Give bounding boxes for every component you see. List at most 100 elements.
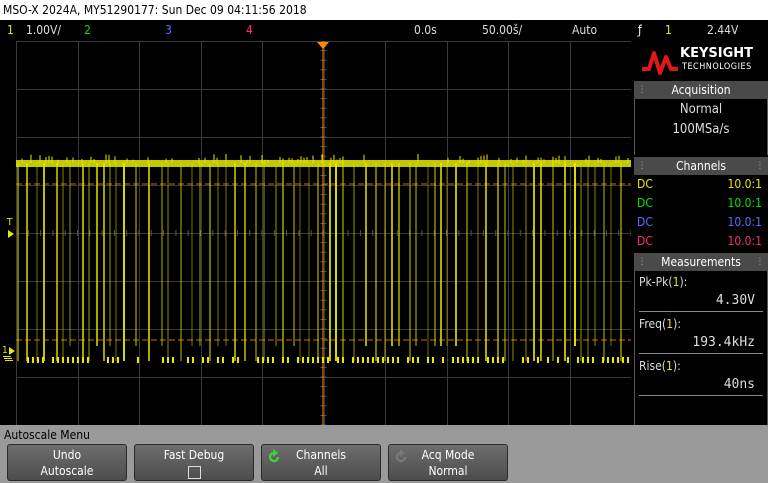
trace-low bbox=[217, 357, 219, 363]
trace-low bbox=[72, 357, 74, 363]
trace-low bbox=[272, 357, 274, 363]
trace-low bbox=[202, 357, 204, 363]
channels-header[interactable]: ⋮ Channels ⋮ bbox=[634, 157, 768, 175]
trace-low bbox=[417, 357, 419, 363]
trace-low bbox=[67, 357, 69, 363]
trace-low bbox=[287, 357, 289, 363]
trace-low bbox=[362, 357, 364, 363]
measurements-header[interactable]: ⋮ Measurements ⋮ bbox=[634, 253, 768, 271]
trace-low bbox=[592, 357, 594, 363]
measurement-freq[interactable]: Freq(1): 193.4kHz bbox=[635, 315, 767, 354]
trace-low bbox=[537, 357, 539, 363]
undo-autoscale-button[interactable]: Undo Autoscale bbox=[7, 444, 127, 481]
trace-low bbox=[497, 357, 499, 363]
channels-all-button[interactable]: Channels All bbox=[261, 444, 381, 481]
waveform-display[interactable] bbox=[15, 40, 632, 426]
side-panel: KEYSIGHT TECHNOLOGIES ⋮ Acquisition Norm… bbox=[634, 41, 768, 425]
trace-low bbox=[57, 357, 59, 363]
ch3-number[interactable]: 3 bbox=[165, 20, 172, 41]
trace-low bbox=[192, 357, 194, 363]
channels-body: DC 10.0:1 DC 10.0:1 DC 10.0:1 DC 10.0:1 bbox=[634, 175, 768, 253]
trace-low bbox=[27, 357, 29, 363]
trace-low bbox=[82, 357, 84, 363]
trace-low bbox=[367, 357, 369, 363]
trace-low bbox=[442, 357, 444, 363]
trace-low bbox=[262, 357, 264, 363]
trace-low bbox=[567, 357, 569, 363]
ground-arrow-icon bbox=[9, 347, 15, 355]
trace-high-band bbox=[16, 160, 631, 167]
grip-icon: ⋮ bbox=[638, 257, 647, 267]
trace-low bbox=[327, 357, 329, 363]
channel-row[interactable]: DC 10.0:1 bbox=[634, 175, 768, 194]
rotate-knob-icon bbox=[395, 449, 407, 463]
trace-low bbox=[577, 357, 579, 363]
channel-row[interactable]: DC 10.0:1 bbox=[634, 194, 768, 213]
trace-low bbox=[37, 357, 39, 363]
trigger-mode[interactable]: Auto bbox=[572, 20, 597, 41]
trace-low bbox=[587, 357, 589, 363]
trace-low bbox=[382, 357, 384, 363]
trace-low bbox=[42, 357, 44, 363]
ch1-scale[interactable]: 1.00V/ bbox=[26, 20, 61, 41]
trace-low bbox=[237, 357, 239, 363]
menu-title: Autoscale Menu bbox=[4, 428, 90, 442]
ch1-number[interactable]: 1 bbox=[7, 20, 14, 41]
trace-low bbox=[317, 357, 319, 363]
fast-debug-button[interactable]: Fast Debug bbox=[134, 444, 254, 481]
trigger-level-marker[interactable]: T bbox=[7, 218, 13, 228]
brand-logo: KEYSIGHT TECHNOLOGIES bbox=[634, 41, 768, 81]
time-scale[interactable]: 50.00š/ bbox=[482, 20, 522, 41]
brand-name: KEYSIGHT bbox=[680, 46, 753, 61]
acquisition-title: Acquisition bbox=[671, 83, 731, 97]
waveform-svg bbox=[15, 40, 632, 426]
trace-low bbox=[307, 357, 309, 363]
trace-low bbox=[427, 357, 429, 363]
measurement-pkpk[interactable]: Pk-Pk(1): 4.30V bbox=[635, 273, 767, 312]
trigger-edge-icon: ƒ bbox=[638, 23, 642, 37]
trigger-arrow-icon bbox=[8, 230, 14, 238]
channel-row[interactable]: DC 10.0:1 bbox=[634, 232, 768, 251]
grip-icon: ⋮ bbox=[638, 85, 647, 95]
trace-low bbox=[137, 357, 139, 363]
trace-low bbox=[162, 357, 164, 363]
ch2-number[interactable]: 2 bbox=[84, 20, 91, 41]
grip-icon: ⋮ bbox=[638, 161, 647, 171]
ch4-number[interactable]: 4 bbox=[246, 20, 253, 41]
trace-low bbox=[502, 357, 504, 363]
acquisition-mode: Normal bbox=[679, 102, 723, 117]
trace-low bbox=[557, 357, 559, 363]
acq-mode-button[interactable]: Acq Mode Normal bbox=[388, 444, 508, 481]
trace-low bbox=[472, 357, 474, 363]
ch1-ground-marker[interactable]: 1 bbox=[2, 346, 8, 356]
trace-low bbox=[487, 357, 489, 363]
trace-low bbox=[582, 357, 584, 363]
time-offset[interactable]: 0.0s bbox=[414, 20, 437, 41]
trace-low bbox=[392, 357, 394, 363]
trace-low bbox=[457, 357, 459, 363]
trace-low bbox=[467, 357, 469, 363]
trace-low bbox=[372, 357, 374, 363]
acquisition-header[interactable]: ⋮ Acquisition bbox=[634, 81, 768, 99]
grip-icon: ⋮ bbox=[755, 257, 764, 267]
trace-low bbox=[282, 357, 284, 363]
trace-low bbox=[627, 357, 629, 363]
trace-low bbox=[602, 357, 604, 363]
trace-low bbox=[337, 357, 339, 363]
trace-low bbox=[62, 357, 64, 363]
trace-low bbox=[187, 357, 189, 363]
window-title: MSO-X 2024A, MY51290177: Sun Dec 09 04:1… bbox=[0, 0, 768, 20]
trace-low bbox=[357, 357, 359, 363]
trace-low bbox=[297, 357, 299, 363]
trace-low bbox=[112, 357, 114, 363]
channel-row[interactable]: DC 10.0:1 bbox=[634, 213, 768, 232]
measurement-rise[interactable]: Rise(1): 40ns bbox=[635, 357, 767, 396]
trace-low bbox=[352, 357, 354, 363]
trace-low bbox=[32, 357, 34, 363]
grip-icon: ⋮ bbox=[755, 161, 764, 171]
trigger-level[interactable]: 2.44V bbox=[707, 20, 738, 41]
trigger-source[interactable]: 1 bbox=[665, 20, 672, 41]
trace-low bbox=[107, 357, 109, 363]
trace-low bbox=[322, 357, 324, 363]
trace-low bbox=[607, 357, 609, 363]
